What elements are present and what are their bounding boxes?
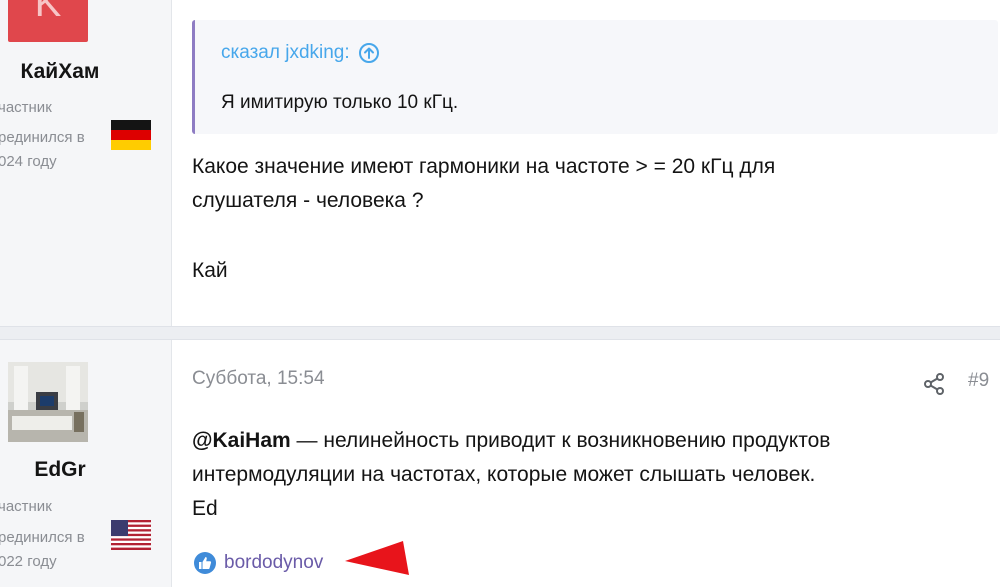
red-arrow-annotation xyxy=(345,541,409,575)
joined-line-2: 024 году xyxy=(0,153,57,170)
avatar[interactable]: K xyxy=(8,0,88,42)
avatar[interactable] xyxy=(8,362,88,442)
joined-line-2: 022 году xyxy=(0,553,57,570)
user-title: частник xyxy=(0,99,52,116)
post-content: сказал jxdking: Я имитирую только 10 кГц… xyxy=(172,0,1000,326)
quote-author-link[interactable]: сказал jxdking: xyxy=(221,42,350,64)
joined-line-1: рединился в xyxy=(0,129,85,146)
post-separator xyxy=(0,326,1000,340)
user-pane: EdGr частник рединился в 022 году xyxy=(0,340,172,587)
user-title: частник xyxy=(0,498,52,515)
like-reaction-icon[interactable] xyxy=(194,552,216,574)
quote-text: Я имитирую только 10 кГц. xyxy=(221,92,459,113)
joined-info: рединился в 022 году xyxy=(0,526,85,574)
joined-line-1: рединился в xyxy=(0,529,85,546)
message-line-2: интермодуляции на частотах, которые може… xyxy=(192,463,816,486)
usa-flag-icon xyxy=(111,520,151,550)
user-mention-link[interactable]: @KaiHam xyxy=(192,429,291,452)
message-line-1: Какое значение имеют гармоники на частот… xyxy=(192,155,776,178)
post-content: Суббота, 15:54 #9 @KaiHam — нелинейность… xyxy=(172,340,1000,587)
message-line-1: @KaiHam — нелинейность приводит к возник… xyxy=(192,424,830,458)
share-icon[interactable] xyxy=(922,372,946,396)
joined-info: рединился в 024 году xyxy=(0,126,85,174)
reaction-user-link[interactable]: bordodynov xyxy=(224,552,323,574)
user-pane: K КайХам частник рединился в 024 году xyxy=(0,0,172,326)
message-body: @KaiHam — нелинейность приводит к возник… xyxy=(192,424,830,526)
avatar-letter: K xyxy=(34,0,62,25)
message-line-1-text: — нелинейность приводит к возникновению … xyxy=(290,429,831,452)
username[interactable]: EdGr xyxy=(0,458,120,482)
message-line-2: слушателя - человека ? xyxy=(192,189,424,212)
avatar-photo-image xyxy=(8,362,88,442)
username[interactable]: КайХам xyxy=(0,60,120,84)
post-number-link[interactable]: #9 xyxy=(968,370,989,392)
germany-flag-icon xyxy=(111,120,151,150)
message-line-3: Ed xyxy=(192,497,218,520)
post-date-link[interactable]: Суббота, 15:54 xyxy=(192,368,325,390)
post-1: K КайХам частник рединился в 024 году ск… xyxy=(0,0,1000,326)
message-body: Какое значение имеют гармоники на частот… xyxy=(192,150,775,218)
post-2: EdGr частник рединился в 022 году Суббот… xyxy=(0,340,1000,587)
reactions-bar: bordodynov xyxy=(194,552,323,574)
quote-header[interactable]: сказал jxdking: xyxy=(221,42,380,64)
message-signature: Кай xyxy=(192,259,228,282)
arrow-up-circle-icon[interactable] xyxy=(358,42,380,64)
quote-block: сказал jxdking: Я имитирую только 10 кГц… xyxy=(192,20,998,134)
